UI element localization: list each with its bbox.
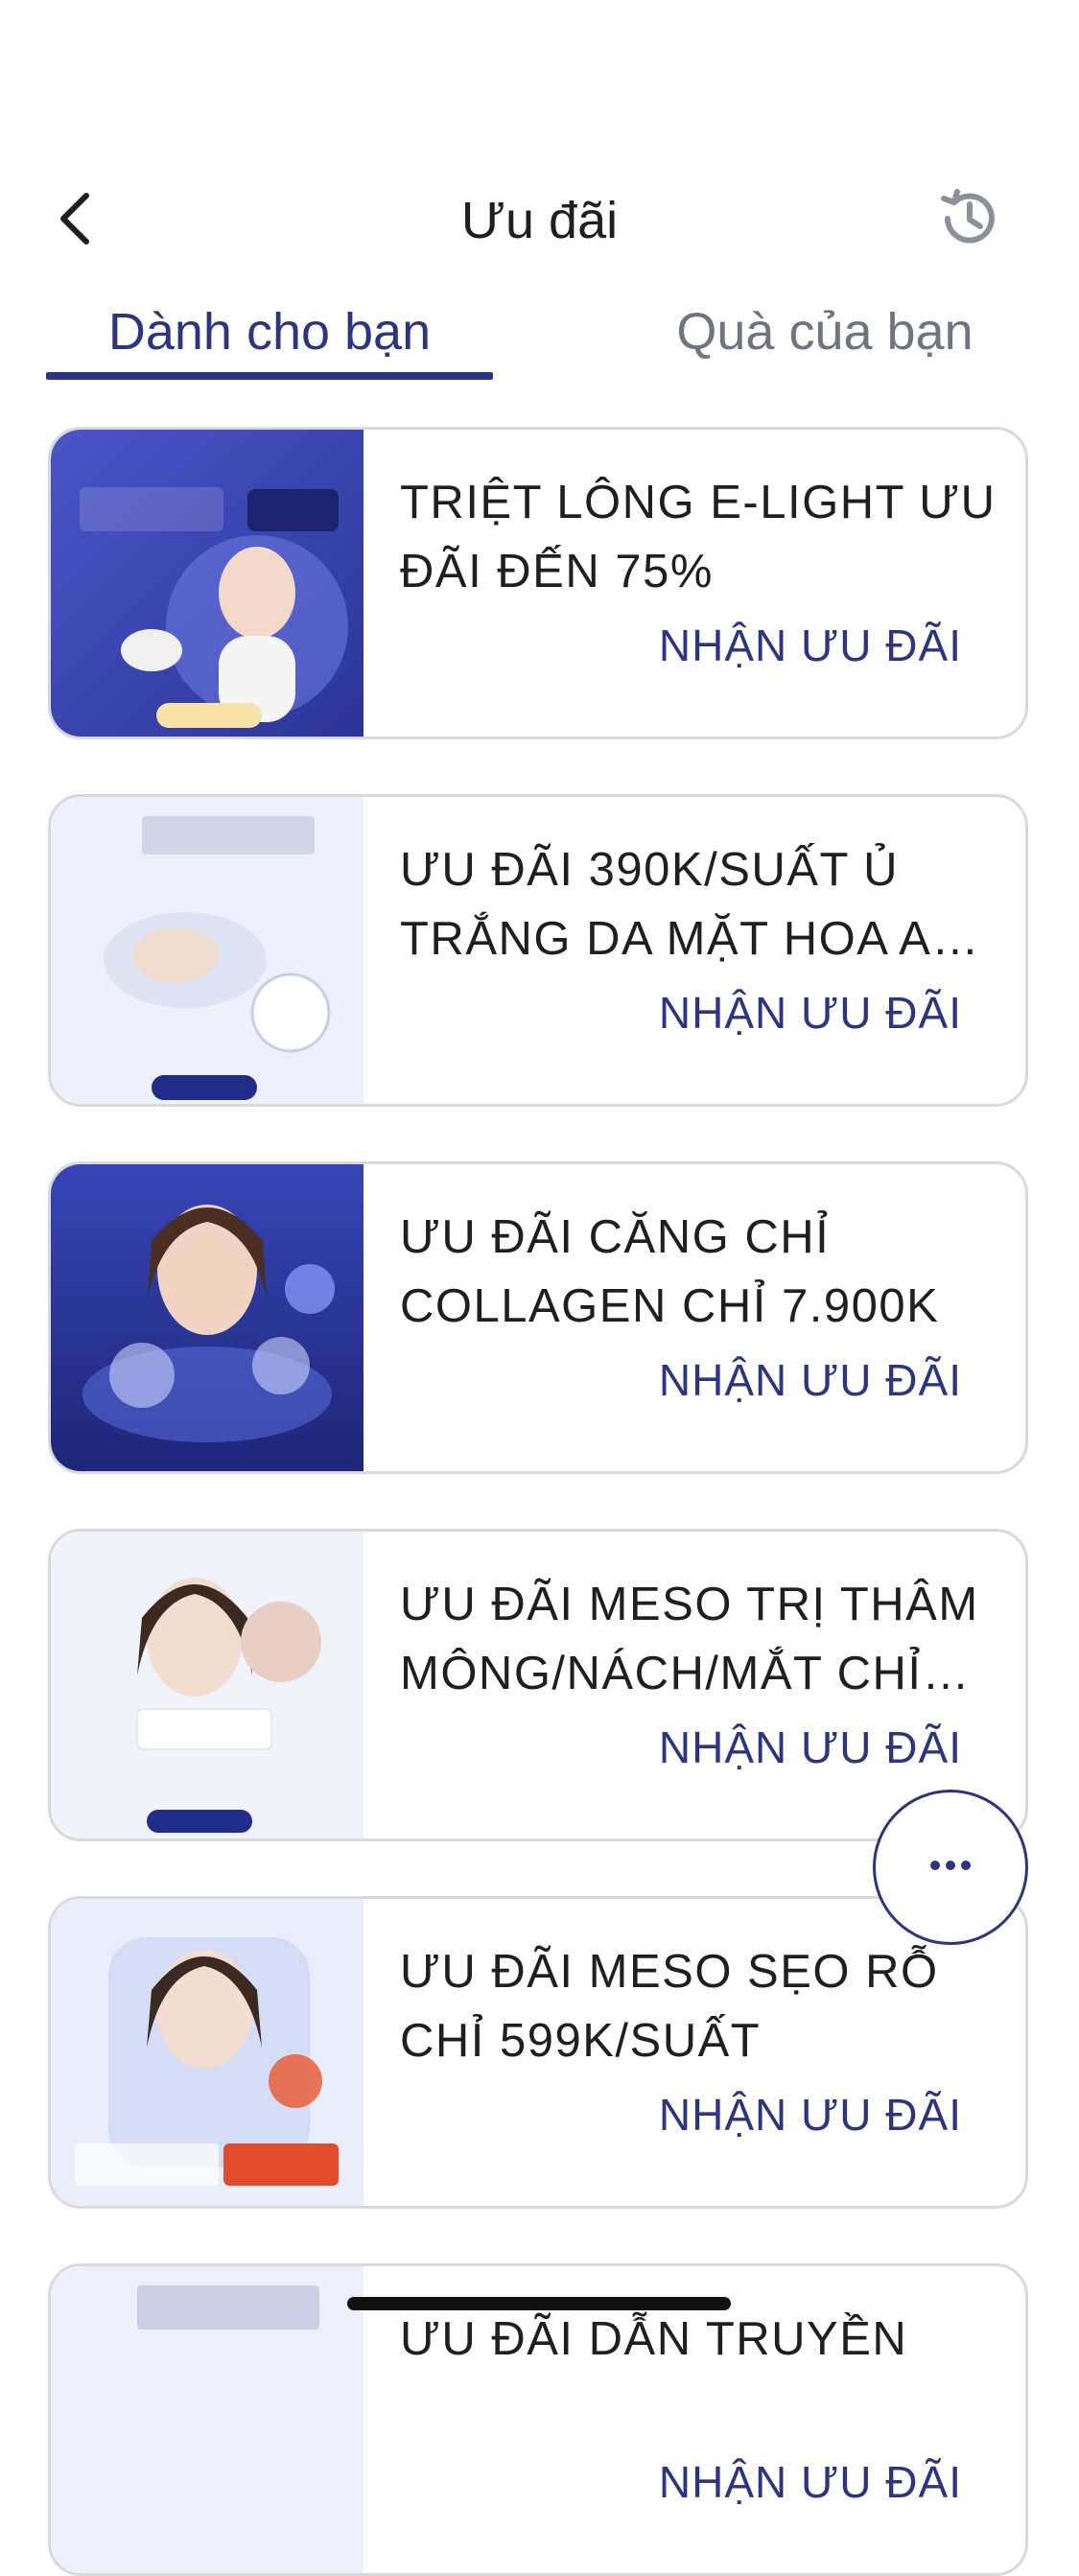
offer-title: ƯU ĐÃI 390K/SUẤT Ủ TRẮNG DA MẶT HOA ANH … (400, 844, 1003, 965)
offer-thumbnail (51, 1899, 364, 2206)
offer-title: ƯU ĐÃI CĂNG CHỈ COLLAGEN CHỈ 7.900K (400, 1211, 940, 1332)
offer-card[interactable]: ƯU ĐÃI 390K/SUẤT Ủ TRẮNG DA MẶT HOA ANH … (48, 794, 1028, 1107)
offer-thumbnail (51, 430, 364, 737)
page-title: Ưu đãi (460, 192, 619, 249)
history-button[interactable] (929, 180, 1010, 261)
get-offer-link[interactable]: NHẬN ƯU ĐÃI (659, 2456, 962, 2508)
header: Ưu đãi (0, 163, 1079, 278)
get-offer-link[interactable]: NHẬN ƯU ĐÃI (659, 1721, 962, 1773)
active-tab-indicator (46, 372, 493, 380)
more-horizontal-icon (929, 1859, 972, 1876)
get-offer-link[interactable]: NHẬN ƯU ĐÃI (659, 2089, 962, 2141)
offer-title: ƯU ĐÃI MESO TRỊ THÂM MÔNG/NÁCH/MẮT CHỈ 4… (400, 1579, 979, 1699)
get-offer-link[interactable]: NHẬN ƯU ĐÃI (659, 1354, 962, 1406)
offer-card[interactable]: TRIỆT LÔNG E-LIGHT ƯU ĐÃI ĐẾN 75% NHẬN Ư… (48, 427, 1028, 739)
home-indicator (347, 2297, 731, 2310)
offer-thumbnail (51, 2266, 364, 2573)
offer-card[interactable]: ƯU ĐÃI MESO SẸO RỖ CHỈ 599K/SUẤT NHẬN ƯU… (48, 1896, 1028, 2209)
offer-card[interactable]: ƯU ĐÃI CĂNG CHỈ COLLAGEN CHỈ 7.900K NHẬN… (48, 1161, 1028, 1474)
get-offer-link[interactable]: NHẬN ƯU ĐÃI (659, 620, 962, 671)
tab-for-you[interactable]: Dành cho bạn (46, 288, 493, 376)
history-icon (936, 185, 1003, 257)
get-offer-link[interactable]: NHẬN ƯU ĐÃI (659, 987, 962, 1039)
offer-thumbnail (51, 1164, 364, 1471)
tab-bar: Dành cho bạn Quà của bạn (0, 288, 1079, 384)
offer-title: TRIỆT LÔNG E-LIGHT ƯU ĐÃI ĐẾN 75% (400, 477, 997, 597)
tab-your-gifts[interactable]: Quà của bạn (614, 288, 1036, 376)
more-options-button[interactable] (873, 1790, 1028, 1945)
offer-thumbnail (51, 1532, 364, 1838)
offer-title: ƯU ĐÃI DẪN TRUYỀN (400, 2313, 908, 2365)
offer-card[interactable]: ƯU ĐÃI MESO TRỊ THÂM MÔNG/NÁCH/MẮT CHỈ 4… (48, 1529, 1028, 1841)
offer-title: ƯU ĐÃI MESO SẸO RỖ CHỈ 599K/SUẤT (400, 1946, 939, 2067)
offer-thumbnail (51, 797, 364, 1104)
